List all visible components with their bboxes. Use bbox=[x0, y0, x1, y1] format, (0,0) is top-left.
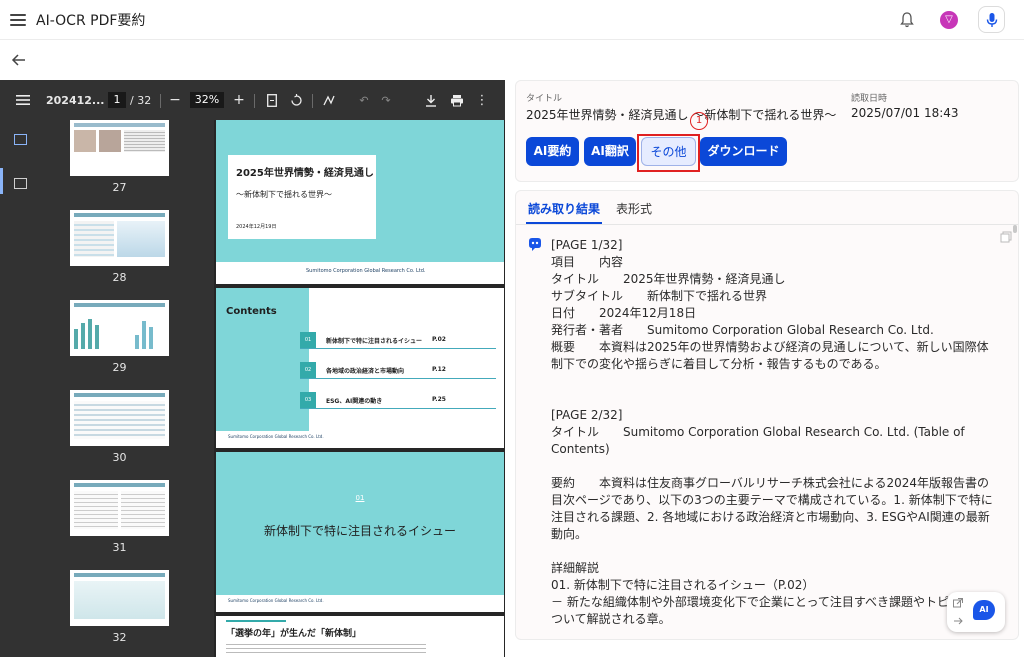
avatar[interactable]: ▽ bbox=[940, 11, 958, 29]
copy-icon[interactable] bbox=[1000, 231, 1012, 243]
redo-icon[interactable]: ↷ bbox=[378, 80, 394, 120]
scrollbar-thumb[interactable] bbox=[1013, 225, 1017, 233]
thumbnail-page[interactable] bbox=[70, 300, 169, 356]
undo-icon[interactable]: ↶ bbox=[356, 80, 372, 120]
contents-item: ESG、AI関連の動き bbox=[326, 398, 383, 405]
page4-title: 「選挙の年」が生んだ「新体制」 bbox=[226, 629, 362, 639]
pdf-date: 2024年12月19日 bbox=[236, 224, 277, 230]
download-icon[interactable] bbox=[422, 80, 440, 120]
back-arrow-icon[interactable] bbox=[11, 52, 27, 68]
pdf-viewer: 202412... 1 / 32 − 32% + ↶ ↷ ⋮ 27 28 29 … bbox=[0, 80, 505, 657]
contents-item: 各地域の政治経済と市場動向 bbox=[326, 368, 405, 375]
document-info-card: タイトル 2025年世界情勢・経済見通し 〜新体制下で揺れる世界〜 読取日時 2… bbox=[515, 80, 1019, 182]
title-value: 2025年世界情勢・経済見通し 〜新体制下で揺れる世界〜 bbox=[526, 108, 837, 122]
contents-item: 新体制下で特に注目されるイシュー bbox=[326, 338, 423, 345]
active-indicator bbox=[0, 168, 3, 194]
pdf-title: 2025年世界情勢・経済見通し bbox=[236, 168, 374, 179]
outline-view-icon[interactable] bbox=[14, 178, 27, 189]
pdf-pages: 2025年世界情勢・経済見通し 〜新体制下で揺れる世界〜 2024年12月19日… bbox=[214, 120, 505, 657]
section-title: 新体制下で特に注目されるイシュー bbox=[263, 524, 456, 538]
pdf-subtitle: 〜新体制下で揺れる世界〜 bbox=[236, 190, 332, 199]
thumbnail-page-number: 30 bbox=[112, 451, 127, 464]
hamburger-menu-icon[interactable] bbox=[10, 11, 26, 27]
zoom-in-icon[interactable]: + bbox=[232, 80, 246, 120]
thumbnail-page-number: 29 bbox=[112, 361, 127, 374]
arrow-right-icon[interactable] bbox=[953, 616, 963, 626]
thumbnail-list: 27 28 29 30 31 32 bbox=[40, 120, 214, 657]
ai-assistant-widget[interactable]: AI bbox=[947, 592, 1005, 632]
thumbnail-view-icon[interactable] bbox=[14, 134, 27, 145]
pdf-filename: 202412... bbox=[46, 93, 105, 107]
pdf-footer: Sumitomo Corporation Global Research Co.… bbox=[228, 598, 324, 603]
sidebar-toggle-icon[interactable] bbox=[10, 80, 36, 120]
ocr-result-text: [PAGE 1/32] 項目 内容 タイトル 2025年世界情勢・経済見通し サ… bbox=[551, 238, 993, 626]
date-value: 2025/07/01 18:43 bbox=[851, 106, 959, 120]
pdf-page-4: 「選挙の年」が生んだ「新体制」 bbox=[216, 616, 504, 657]
pdf-sidebar bbox=[0, 120, 40, 657]
more-options-icon[interactable]: ⋮ bbox=[474, 80, 490, 120]
pdf-page-1: 2025年世界情勢・経済見通し 〜新体制下で揺れる世界〜 2024年12月19日… bbox=[216, 120, 504, 284]
ai-translate-button[interactable]: AI翻訳 bbox=[584, 137, 636, 166]
page-number-input[interactable]: 1 bbox=[108, 92, 126, 108]
annotation-number: 1 bbox=[690, 112, 708, 130]
thumbnail-page-number: 27 bbox=[112, 181, 127, 194]
results-card: 読み取り結果 表形式 [PAGE 1/32] 項目 内容 タイトル 2025年世… bbox=[515, 190, 1019, 640]
annotate-icon[interactable] bbox=[322, 80, 338, 120]
pdf-footer: Sumitomo Corporation Global Research Co.… bbox=[228, 434, 324, 439]
mic-icon bbox=[986, 12, 997, 27]
zoom-input[interactable]: 32% bbox=[190, 92, 224, 108]
annotation-highlight-box bbox=[637, 134, 700, 172]
pdf-page-2: Contents 01 新体制下で特に注目されるイシュー P.02 02 各地域… bbox=[216, 288, 504, 448]
ai-chat-icon[interactable]: AI bbox=[973, 600, 995, 620]
expand-icon[interactable] bbox=[953, 598, 963, 608]
results-tabs: 読み取り結果 表形式 bbox=[526, 191, 666, 224]
thumbnail-page[interactable] bbox=[70, 390, 169, 446]
fit-page-icon[interactable] bbox=[264, 80, 280, 120]
thumbnail-page[interactable] bbox=[70, 570, 169, 626]
mic-button[interactable] bbox=[978, 6, 1005, 33]
date-label: 読取日時 bbox=[851, 94, 888, 104]
pdf-page-3: 01 新体制下で特に注目されるイシュー Sumitomo Corporation… bbox=[216, 452, 504, 612]
zoom-out-icon[interactable]: − bbox=[168, 80, 182, 120]
title-label: タイトル bbox=[526, 94, 563, 104]
download-button[interactable]: ダウンロード bbox=[700, 137, 787, 166]
thumbnail-page[interactable] bbox=[70, 480, 169, 536]
tab-table-format[interactable]: 表形式 bbox=[614, 191, 654, 224]
rotate-icon[interactable] bbox=[288, 80, 304, 120]
ai-summary-button[interactable]: AI要約 bbox=[526, 137, 579, 166]
page-total: / 32 bbox=[130, 93, 152, 107]
pdf-footer: Sumitomo Corporation Global Research Co.… bbox=[306, 268, 426, 274]
contents-heading: Contents bbox=[226, 306, 277, 317]
print-icon[interactable] bbox=[448, 80, 466, 120]
pdf-toolbar: 202412... 1 / 32 − 32% + ↶ ↷ ⋮ bbox=[0, 80, 505, 120]
top-bar: AI-OCR PDF要約 ▽ bbox=[0, 0, 1024, 40]
thumbnail-page-number: 28 bbox=[112, 271, 127, 284]
thumbnail-page-number: 32 bbox=[112, 631, 127, 644]
thumbnail-page[interactable] bbox=[70, 120, 169, 176]
thumbnail-page-number: 31 bbox=[112, 541, 127, 554]
app-title: AI-OCR PDF要約 bbox=[36, 13, 146, 29]
section-number: 01 bbox=[355, 494, 365, 502]
thumbnail-page[interactable] bbox=[70, 210, 169, 266]
ai-bot-icon bbox=[529, 238, 541, 251]
bell-icon[interactable] bbox=[900, 12, 914, 28]
tab-ocr-result[interactable]: 読み取り結果 bbox=[526, 191, 603, 224]
